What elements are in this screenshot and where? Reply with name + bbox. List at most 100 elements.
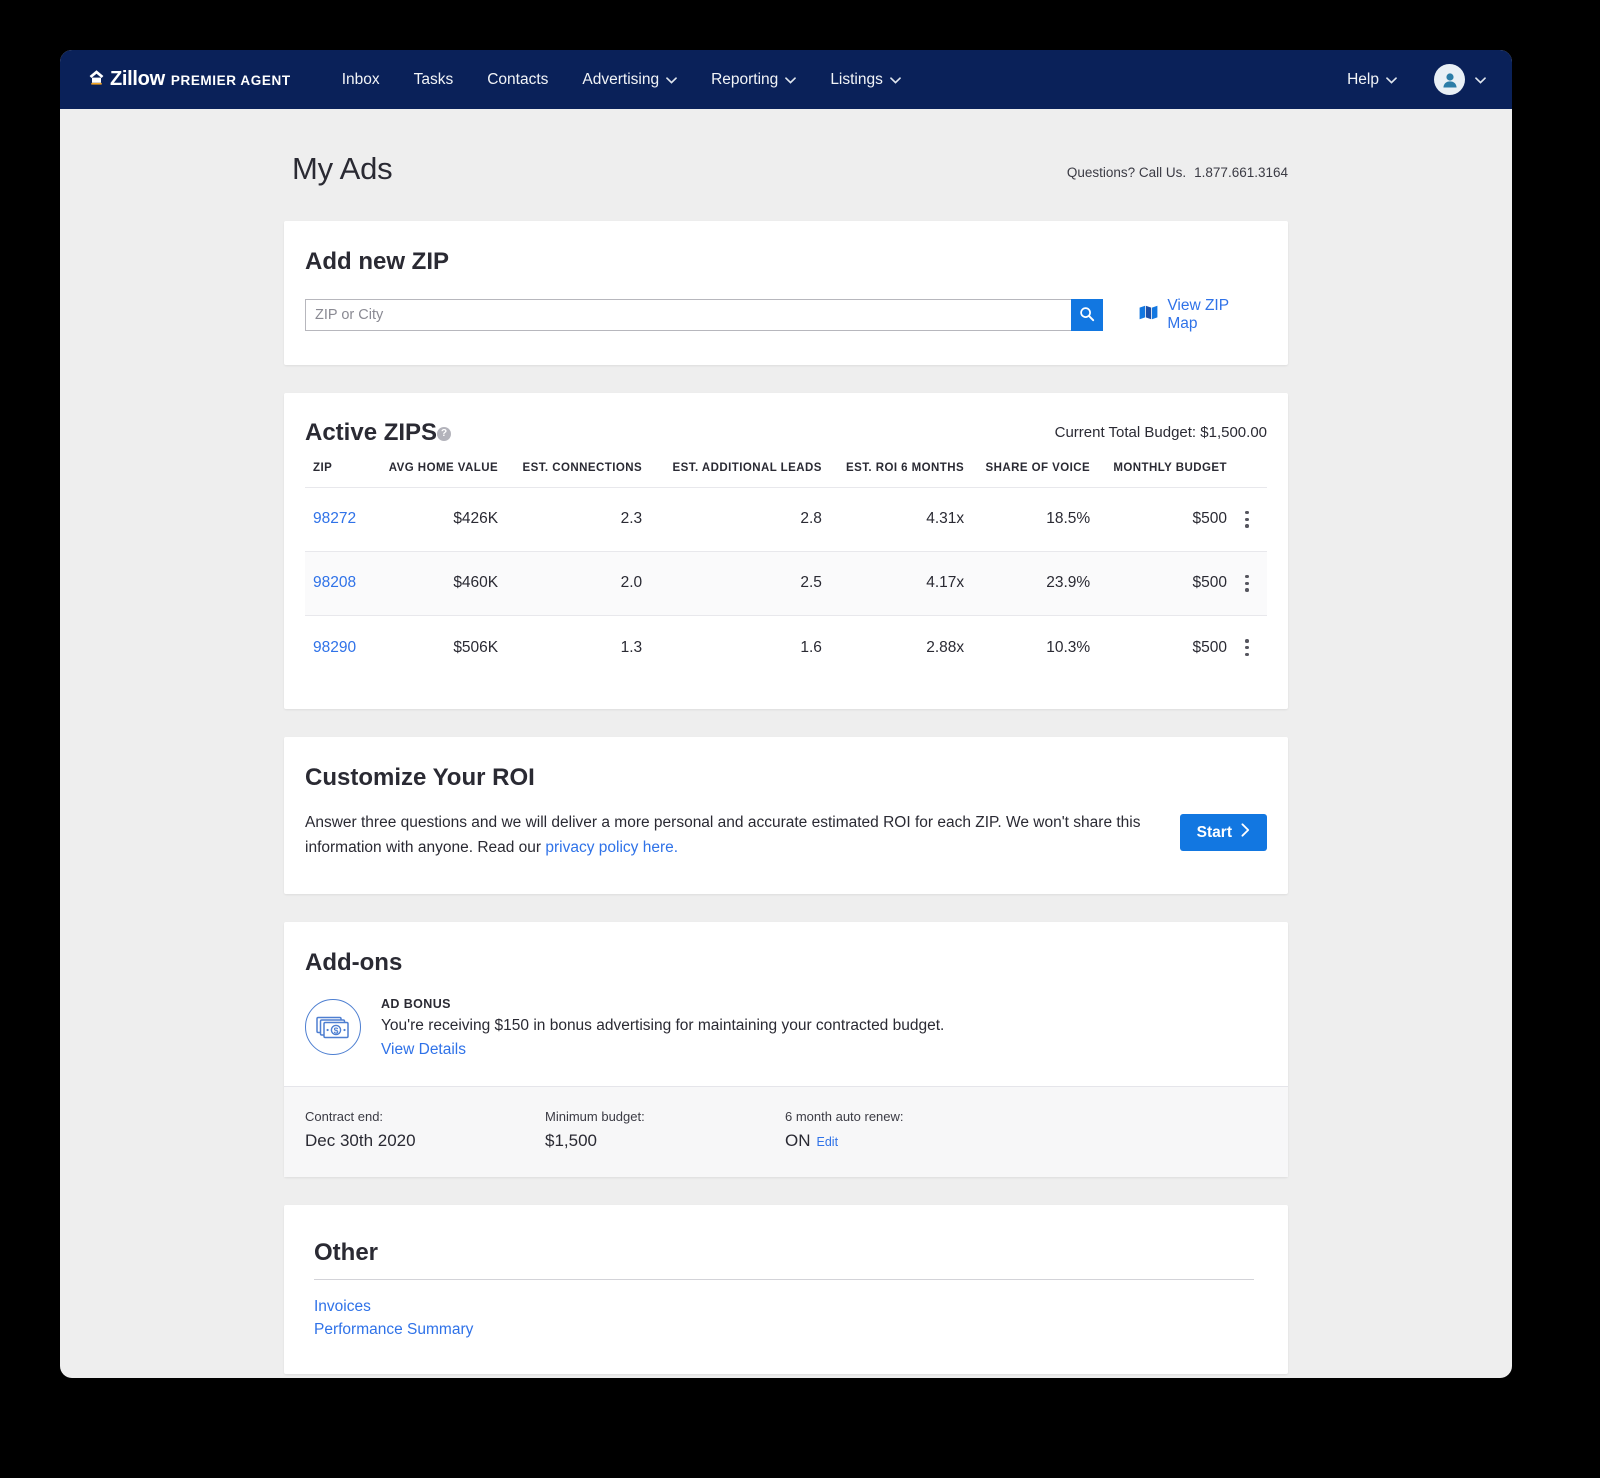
nav-item-reporting[interactable]: Reporting [694,65,813,95]
table-row: 98272 $426K 2.3 2.8 4.31x 18.5% $500 [305,487,1267,551]
view-details-link[interactable]: View Details [381,1041,466,1059]
cell-est-additional-leads: 2.8 [642,487,822,551]
user-icon [1440,70,1460,90]
column-header-zip: ZIP [305,460,367,487]
cell-share-of-voice: 18.5% [964,487,1090,551]
nav-item-label: Listings [830,71,883,89]
addon-title: AD BONUS [381,997,944,1011]
chevron-down-icon [666,71,677,89]
minimum-budget-group: Minimum budget: $1,500 [545,1109,785,1151]
privacy-policy-link[interactable]: privacy policy here. [545,839,678,856]
contract-end-label: Contract end: [305,1109,545,1124]
table-body: 98272 $426K 2.3 2.8 4.31x 18.5% $500 982… [305,487,1267,679]
start-button[interactable]: Start [1180,814,1267,851]
zip-search-input[interactable] [305,299,1071,331]
column-header-actions [1227,460,1267,487]
zip-search-button[interactable] [1071,299,1103,331]
active-zips-title: Active ZIPS [305,419,437,447]
cell-share-of-voice: 10.3% [964,615,1090,679]
nav-item-label: Help [1347,71,1379,89]
cell-monthly-budget: $500 [1090,615,1227,679]
invoices-link[interactable]: Invoices [314,1298,1254,1316]
cell-est-roi-6-months: 4.31x [822,487,964,551]
nav-item-advertising[interactable]: Advertising [565,65,694,95]
customize-roi-title: Customize Your ROI [305,764,1267,792]
other-links: Invoices Performance Summary [314,1298,1254,1339]
nav-right-group: Help [1330,50,1486,109]
other-card: Other Invoices Performance Summary [284,1205,1288,1374]
nav-items: Inbox Tasks Contacts Advertising Reporti… [325,65,918,95]
cell-zip: 98272 [305,487,367,551]
help-icon[interactable]: ? [437,427,451,441]
nav-item-tasks[interactable]: Tasks [397,65,471,95]
support-number: 1.877.661.3164 [1194,165,1288,180]
addons-card: Add-ons $ AD BON [284,922,1288,1177]
nav-item-label: Tasks [414,71,454,89]
nav-item-label: Advertising [582,71,659,89]
brand-subtitle: PREMIER AGENT [171,73,291,88]
zip-search-group [305,299,1103,331]
view-zip-map-label: View ZIP Map [1167,297,1263,333]
chevron-down-icon [785,71,796,89]
cell-avg-home-value: $460K [367,551,499,615]
support-phone: Questions? Call Us. 1.877.661.3164 [1067,165,1288,187]
zillow-house-icon [88,69,105,91]
zip-link[interactable]: 98208 [313,574,356,591]
cell-actions [1227,487,1267,551]
zip-link[interactable]: 98272 [313,510,356,527]
kebab-menu-icon[interactable] [1227,575,1267,592]
table-row: 98290 $506K 1.3 1.6 2.88x 10.3% $500 [305,615,1267,679]
minimum-budget-value: $1,500 [545,1131,785,1151]
cell-avg-home-value: $426K [367,487,499,551]
chevron-right-icon [1241,823,1250,842]
kebab-menu-icon[interactable] [1227,639,1267,656]
minimum-budget-label: Minimum budget: [545,1109,785,1124]
auto-renew-value-row: ONEdit [785,1131,1025,1151]
addons-top: Add-ons $ AD BON [284,922,1288,1086]
cell-monthly-budget: $500 [1090,551,1227,615]
add-new-zip-card: Add new ZIP [284,221,1288,365]
chevron-down-icon [1475,71,1486,89]
kebab-menu-icon[interactable] [1227,511,1267,528]
nav-item-listings[interactable]: Listings [813,65,918,95]
page-body: My Ads Questions? Call Us.1.877.661.3164… [60,109,1512,1374]
addon-description: You're receiving $150 in bonus advertisi… [381,1017,944,1035]
nav-item-label: Inbox [342,71,380,89]
start-button-label: Start [1197,824,1232,842]
zillow-premier-agent-logo[interactable]: Zillow PREMIER AGENT [88,68,291,91]
nav-item-contacts[interactable]: Contacts [470,65,565,95]
support-label: Questions? Call Us. [1067,165,1186,180]
cell-est-roi-6-months: 2.88x [822,615,964,679]
search-icon [1079,306,1095,325]
edit-auto-renew-link[interactable]: Edit [817,1135,839,1149]
column-header-est-roi-6-months: EST. ROI 6 MONTHS [822,460,964,487]
brand-name: Zillow [110,68,165,91]
customize-roi-text: Answer three questions and we will deliv… [305,814,1141,856]
auto-renew-group: 6 month auto renew: ONEdit [785,1109,1025,1151]
contract-summary: Contract end: Dec 30th 2020 Minimum budg… [284,1086,1288,1177]
app-window: Zillow PREMIER AGENT Inbox Tasks Contact… [60,50,1512,1378]
cell-est-additional-leads: 1.6 [642,615,822,679]
table-row: 98208 $460K 2.0 2.5 4.17x 23.9% $500 [305,551,1267,615]
column-header-est-connections: EST. CONNECTIONS [498,460,642,487]
active-zips-header: Active ZIPS ? Current Total Budget: $1,5… [305,419,1267,447]
nav-item-help[interactable]: Help [1330,65,1414,95]
customize-roi-description: Answer three questions and we will deliv… [305,810,1145,860]
add-new-zip-title: Add new ZIP [305,248,1263,276]
account-menu[interactable] [1434,64,1486,95]
contract-end-group: Contract end: Dec 30th 2020 [305,1109,545,1151]
cell-actions [1227,615,1267,679]
cell-avg-home-value: $506K [367,615,499,679]
column-header-avg-home-value: AVG HOME VALUE [367,460,499,487]
chevron-down-icon [1386,71,1397,89]
view-zip-map-link[interactable]: View ZIP Map [1139,297,1263,333]
cell-est-roi-6-months: 4.17x [822,551,964,615]
contract-end-value: Dec 30th 2020 [305,1131,545,1151]
avatar[interactable] [1434,64,1465,95]
active-zips-title-group: Active ZIPS ? [305,419,451,447]
zip-link[interactable]: 98290 [313,639,356,656]
cell-monthly-budget: $500 [1090,487,1227,551]
cell-zip: 98208 [305,551,367,615]
performance-summary-link[interactable]: Performance Summary [314,1321,1254,1339]
nav-item-inbox[interactable]: Inbox [325,65,397,95]
